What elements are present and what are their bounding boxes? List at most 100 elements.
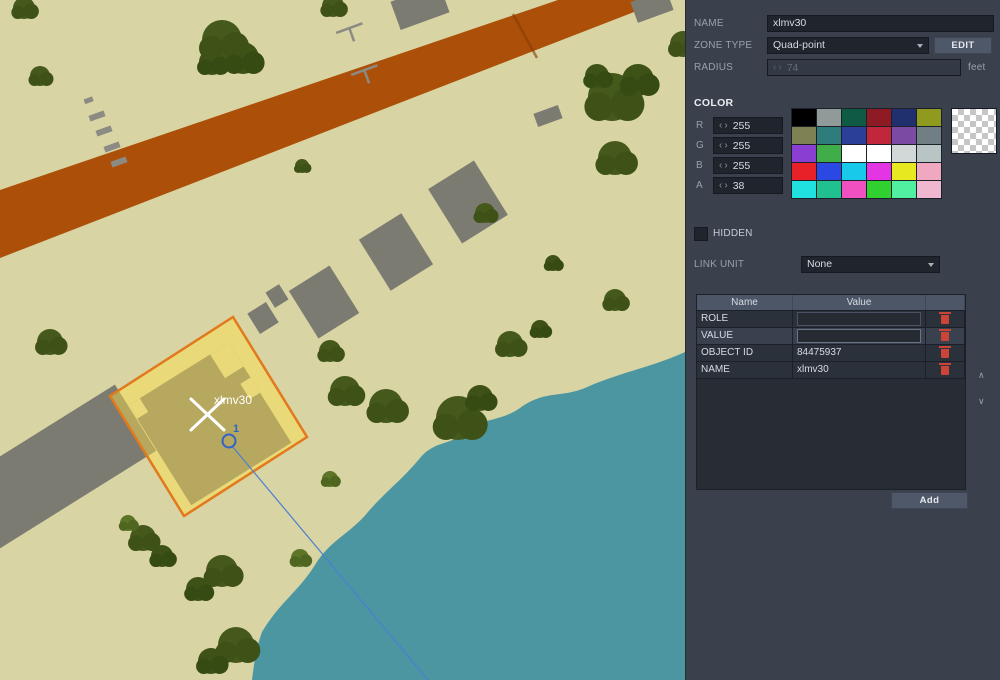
color-swatch[interactable]: [792, 109, 816, 126]
decrement-icon[interactable]: ‹: [719, 180, 722, 191]
table-row[interactable]: ROLE: [697, 311, 965, 328]
link-unit-dropdown[interactable]: None: [801, 256, 940, 273]
color-swatch[interactable]: [892, 163, 916, 180]
radius-value: 74: [786, 61, 799, 74]
color-palette: [791, 108, 942, 199]
color-swatch[interactable]: [917, 163, 941, 180]
channel-g-value: 255: [732, 139, 751, 152]
color-swatch[interactable]: [917, 109, 941, 126]
color-swatch[interactable]: [867, 109, 891, 126]
color-swatch[interactable]: [892, 145, 916, 162]
value-input[interactable]: [797, 312, 921, 326]
channel-r-value: 255: [732, 119, 751, 132]
channel-r-stepper[interactable]: ‹ › 255: [713, 117, 783, 134]
increment-icon[interactable]: ›: [778, 62, 781, 73]
channel-g-stepper[interactable]: ‹ › 255: [713, 137, 783, 154]
delete-row-button[interactable]: [926, 362, 965, 378]
row-value[interactable]: [793, 311, 926, 327]
radius-unit-label: feet: [968, 62, 986, 73]
color-swatch[interactable]: [817, 181, 841, 198]
chevron-down-icon: [928, 262, 934, 267]
scroll-up-icon[interactable]: ∧: [978, 370, 985, 381]
hidden-checkbox[interactable]: [694, 227, 708, 241]
channel-b-label: B: [696, 160, 703, 171]
edit-button[interactable]: EDIT: [934, 37, 992, 54]
color-swatch[interactable]: [892, 181, 916, 198]
color-swatch[interactable]: [867, 181, 891, 198]
tree: [320, 0, 348, 18]
color-swatch[interactable]: [817, 109, 841, 126]
table-row[interactable]: OBJECT ID 84475937: [697, 345, 965, 362]
channel-b-value: 255: [732, 159, 751, 172]
color-swatch[interactable]: [892, 109, 916, 126]
link-unit-value: None: [807, 258, 833, 270]
color-section-header: COLOR: [694, 97, 734, 109]
color-swatch[interactable]: [817, 127, 841, 144]
column-header-actions: [926, 295, 965, 310]
trash-icon: [939, 328, 951, 341]
zone-name-label: xlmv30: [214, 393, 252, 407]
zone-point-label: 1: [233, 423, 239, 435]
scroll-down-icon[interactable]: ∨: [978, 396, 985, 407]
decrement-icon[interactable]: ‹: [719, 120, 722, 131]
row-name: VALUE: [697, 328, 793, 344]
current-color-swatch[interactable]: [951, 108, 997, 154]
channel-b-stepper[interactable]: ‹ › 255: [713, 157, 783, 174]
decrement-icon[interactable]: ‹: [719, 140, 722, 151]
decrement-icon[interactable]: ‹: [719, 160, 722, 171]
channel-r-label: R: [696, 120, 704, 131]
name-label: NAME: [694, 18, 724, 29]
chevron-down-icon: [917, 43, 923, 48]
row-value[interactable]: 84475937: [793, 345, 926, 361]
delete-row-button[interactable]: [926, 345, 965, 361]
color-swatch[interactable]: [842, 145, 866, 162]
row-value[interactable]: [793, 328, 926, 344]
channel-g-label: G: [696, 140, 704, 151]
color-swatch[interactable]: [842, 181, 866, 198]
color-swatch[interactable]: [917, 145, 941, 162]
row-name: NAME: [697, 362, 793, 378]
channel-a-label: A: [696, 180, 703, 191]
delete-row-button[interactable]: [926, 311, 965, 327]
color-swatch[interactable]: [842, 127, 866, 144]
increment-icon[interactable]: ›: [724, 160, 727, 171]
color-swatch[interactable]: [842, 163, 866, 180]
color-swatch[interactable]: [792, 145, 816, 162]
color-swatch[interactable]: [917, 127, 941, 144]
column-header-value: Value: [793, 295, 926, 310]
color-swatch[interactable]: [917, 181, 941, 198]
row-value[interactable]: xlmv30: [793, 362, 926, 378]
delete-row-button[interactable]: [926, 328, 965, 344]
color-swatch[interactable]: [792, 127, 816, 144]
color-swatch[interactable]: [817, 163, 841, 180]
name-input[interactable]: xlmv30: [767, 15, 994, 32]
color-swatch[interactable]: [867, 127, 891, 144]
row-name: ROLE: [697, 311, 793, 327]
color-swatch[interactable]: [792, 181, 816, 198]
radius-stepper[interactable]: ‹ › 74: [767, 59, 961, 76]
add-row-button[interactable]: Add: [891, 492, 968, 509]
hidden-label: HIDDEN: [713, 228, 753, 239]
table-row[interactable]: NAME xlmv30: [697, 362, 965, 379]
zone-type-value: Quad-point: [773, 39, 825, 51]
color-swatch[interactable]: [867, 163, 891, 180]
properties-panel: NAME xlmv30 ZONE TYPE Quad-point EDIT R A…: [685, 0, 1000, 680]
channel-a-value: 38: [732, 179, 745, 192]
table-row[interactable]: VALUE: [697, 328, 965, 345]
zone-type-dropdown[interactable]: Quad-point: [767, 37, 929, 54]
decrement-icon[interactable]: ‹: [773, 62, 776, 73]
color-swatch[interactable]: [867, 145, 891, 162]
value-input[interactable]: [797, 329, 921, 343]
increment-icon[interactable]: ›: [724, 140, 727, 151]
channel-a-stepper[interactable]: ‹ › 38: [713, 177, 783, 194]
color-swatch[interactable]: [892, 127, 916, 144]
map-canvas[interactable]: 1 xlmv30: [0, 0, 685, 680]
color-swatch[interactable]: [817, 145, 841, 162]
zone-type-label: ZONE TYPE: [694, 40, 753, 51]
increment-icon[interactable]: ›: [724, 180, 727, 191]
increment-icon[interactable]: ›: [724, 120, 727, 131]
color-swatch[interactable]: [792, 163, 816, 180]
color-swatch[interactable]: [842, 109, 866, 126]
row-name: OBJECT ID: [697, 345, 793, 361]
table-header-row: Name Value: [697, 295, 965, 311]
